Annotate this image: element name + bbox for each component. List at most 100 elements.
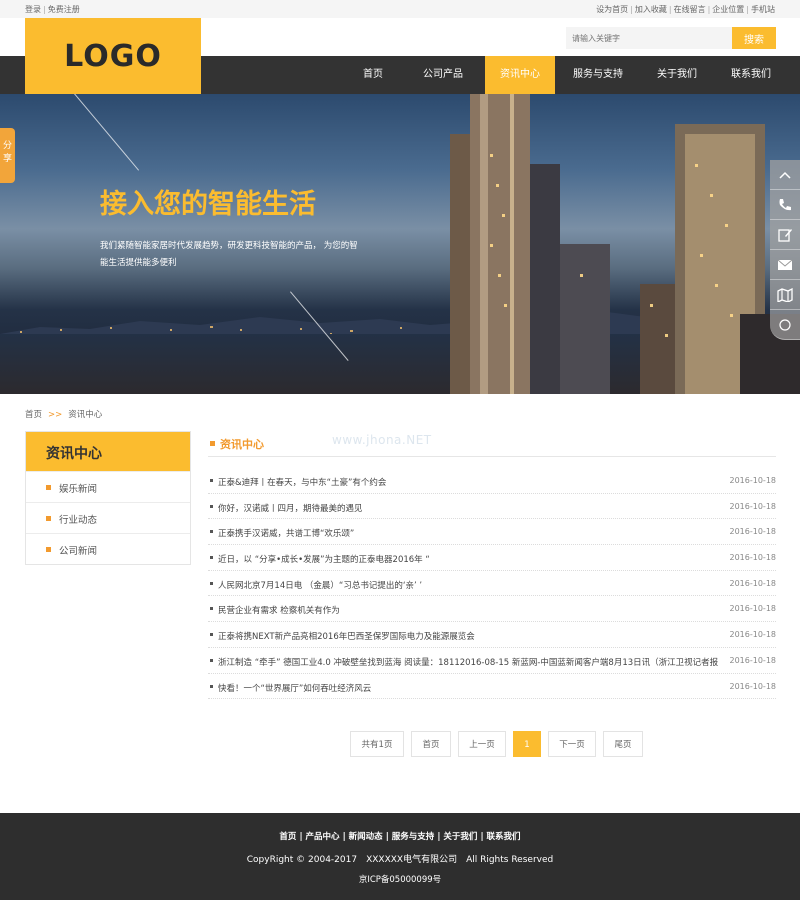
sidebar-item-company[interactable]: 公司新闻 bbox=[26, 533, 190, 564]
news-item[interactable]: 正泰将携NEXT新产品亮相2016年巴西圣保罗国际电力及能源展览会 2016-10… bbox=[208, 622, 776, 648]
bullet-icon bbox=[210, 684, 213, 688]
nav-item-service[interactable]: 服务与支持 bbox=[555, 56, 641, 94]
register-link[interactable]: 免费注册 bbox=[48, 5, 80, 14]
copyright: CopyRight © 2004-2017 XXXXXX电气有限公司 All R… bbox=[246, 855, 554, 865]
news-date: 2016-10-18 bbox=[729, 501, 777, 511]
category-sidebar: 资讯中心 娱乐新闻 行业动态 公司新闻 bbox=[25, 431, 191, 565]
divider: | bbox=[385, 832, 389, 842]
mail-icon[interactable] bbox=[770, 250, 800, 280]
message-link[interactable]: 在线留言 bbox=[674, 5, 706, 14]
bullet-icon bbox=[46, 516, 51, 521]
sidebar-item-industry[interactable]: 行业动态 bbox=[26, 502, 190, 533]
icp-license[interactable]: 京ICP备05000099号 bbox=[0, 873, 800, 885]
footer-link-contact[interactable]: 联系我们 bbox=[487, 832, 521, 842]
divider: | bbox=[746, 5, 749, 14]
divider: | bbox=[668, 5, 672, 14]
breadcrumb-current: 资讯中心 bbox=[68, 410, 103, 420]
section-header: 资讯中心 www.jhona.NET bbox=[208, 431, 776, 457]
share-tab[interactable]: 分享 bbox=[0, 128, 15, 183]
set-home-link[interactable]: 设为首页 bbox=[596, 5, 628, 14]
sidebar-item-label: 娱乐新闻 bbox=[59, 484, 98, 495]
nav-item-home[interactable]: 首页 bbox=[345, 56, 401, 94]
bullet-icon bbox=[210, 504, 213, 508]
sidebar-item-label: 行业动态 bbox=[59, 515, 98, 526]
news-date: 2016-10-18 bbox=[729, 604, 777, 614]
breadcrumb-arrow: >> bbox=[48, 410, 63, 420]
news-title[interactable]: 正泰&迪拜丨在春天，与中东“土豪”有个约会 bbox=[218, 476, 730, 488]
divider: | bbox=[299, 832, 303, 842]
news-title[interactable]: 近日，以 “分享•成长•发展”为主题的正泰电器2016年 “ bbox=[218, 553, 730, 565]
news-item[interactable]: 人民网北京7月14日电 （金晨）“习总书记提出的‘亲’ ’ 2016-10-18 bbox=[208, 571, 776, 597]
news-item[interactable]: 浙江制造 “牵手” 德国工业4.0 冲破壁垒找到蓝海 阅读量：18112016-… bbox=[208, 648, 776, 674]
back-to-top-icon[interactable] bbox=[770, 310, 800, 340]
bullet-icon bbox=[46, 485, 51, 490]
page-first-button[interactable]: 首页 bbox=[411, 731, 451, 757]
divider: | bbox=[342, 832, 346, 842]
pagination: 共有1页 首页 上一页 1 下一页 尾页 bbox=[350, 731, 650, 757]
news-title[interactable]: 民营企业有需求 检察机关有作为 bbox=[218, 604, 730, 616]
news-item[interactable]: 你好，汉诺威丨四月，期待最美的遇见 2016-10-18 bbox=[208, 494, 776, 520]
news-list: 正泰&迪拜丨在春天，与中东“土豪”有个约会 2016-10-18 你好，汉诺威丨四… bbox=[208, 468, 777, 700]
breadcrumb: 首页 >> 资讯中心 bbox=[25, 408, 102, 420]
bullet-icon bbox=[210, 530, 213, 534]
favorite-link[interactable]: 加入收藏 bbox=[635, 5, 667, 14]
logo-text: LOGO bbox=[64, 38, 162, 74]
news-title[interactable]: 正泰将携NEXT新产品亮相2016年巴西圣保罗国际电力及能源展览会 bbox=[218, 630, 730, 642]
section-title: 资讯中心 bbox=[220, 438, 264, 451]
edit-icon[interactable] bbox=[770, 220, 800, 250]
site-logo[interactable]: LOGO bbox=[25, 18, 201, 94]
phone-icon[interactable] bbox=[770, 190, 800, 220]
news-item[interactable]: 正泰携手汉诺威，共谱工博“欢乐颂” 2016-10-18 bbox=[208, 519, 777, 546]
footer-link-news[interactable]: 新闻动态 bbox=[349, 832, 383, 842]
nav-item-contact[interactable]: 联系我们 bbox=[713, 56, 789, 94]
divider: | bbox=[43, 5, 46, 14]
news-date: 2016-10-18 bbox=[729, 527, 777, 537]
news-item[interactable]: 民营企业有需求 检察机关有作为 2016-10-18 bbox=[208, 596, 777, 623]
divider: | bbox=[630, 5, 633, 14]
footer-link-service[interactable]: 服务与支持 bbox=[392, 832, 435, 842]
chevron-up-icon[interactable] bbox=[770, 160, 800, 190]
decor-line bbox=[74, 94, 140, 171]
nav-item-news[interactable]: 资讯中心 bbox=[485, 56, 555, 94]
footer-link-about[interactable]: 关于我们 bbox=[443, 832, 477, 842]
side-toolbar bbox=[770, 160, 800, 340]
news-title[interactable]: 正泰携手汉诺威，共谱工博“欢乐颂” bbox=[218, 527, 730, 539]
search-input[interactable] bbox=[566, 27, 732, 49]
footer-link-home[interactable]: 首页 bbox=[279, 832, 296, 842]
login-link[interactable]: 登录 bbox=[25, 5, 41, 14]
nav-item-products[interactable]: 公司产品 bbox=[401, 56, 485, 94]
square-bullet-icon bbox=[210, 441, 215, 446]
news-title[interactable]: 人民网北京7月14日电 （金晨）“习总书记提出的‘亲’ ’ bbox=[218, 579, 730, 591]
mobile-link[interactable]: 手机站 bbox=[751, 5, 775, 14]
hero-banner: 接入您的智能生活 我们紧随智能家居时代发展趋势，研发更科技智能的产品， 为您的智… bbox=[0, 94, 800, 394]
page-current[interactable]: 1 bbox=[513, 731, 541, 757]
news-title[interactable]: 你好，汉诺威丨四月，期待最美的遇见 bbox=[218, 502, 730, 514]
footer-link-products[interactable]: 产品中心 bbox=[306, 832, 340, 842]
bullet-icon bbox=[210, 581, 213, 585]
skyscrapers bbox=[450, 94, 800, 394]
news-item[interactable]: 快看！一个“世界展厅”如何吞吐经济风云 2016-10-18 bbox=[208, 674, 776, 700]
top-utility-bar: 登录 | 免费注册 设为首页 | 加入收藏 | 在线留言 | 企业位置 | 手机站 bbox=[0, 0, 800, 18]
news-title[interactable]: 快看！一个“世界展厅”如何吞吐经济风云 bbox=[218, 682, 730, 694]
search-button[interactable]: 搜索 bbox=[732, 27, 776, 49]
page-last-button[interactable]: 尾页 bbox=[603, 731, 643, 757]
breadcrumb-home[interactable]: 首页 bbox=[25, 410, 42, 420]
nav-item-about[interactable]: 关于我们 bbox=[641, 56, 713, 94]
page-prev-button[interactable]: 上一页 bbox=[458, 731, 506, 757]
sidebar-item-label: 公司新闻 bbox=[59, 546, 98, 557]
location-link[interactable]: 企业位置 bbox=[712, 5, 744, 14]
news-item[interactable]: 近日，以 “分享•成长•发展”为主题的正泰电器2016年 “2016-10-18 bbox=[208, 545, 776, 571]
watermark: www.jhona.NET bbox=[332, 433, 432, 447]
top-bar-right: 设为首页 | 加入收藏 | 在线留言 | 企业位置 | 手机站 bbox=[596, 4, 775, 15]
news-date: 2016-10-18 bbox=[729, 681, 777, 691]
bullet-icon bbox=[210, 479, 213, 482]
news-item[interactable]: 正泰&迪拜丨在春天，与中东“土豪”有个约会 2016-10-18 bbox=[208, 468, 776, 494]
bullet-icon bbox=[210, 633, 213, 637]
sidebar-header: 资讯中心 bbox=[26, 432, 190, 471]
map-icon[interactable] bbox=[770, 280, 800, 310]
bullet-icon bbox=[210, 658, 213, 662]
news-title[interactable]: 浙江制造 “牵手” 德国工业4.0 冲破壁垒找到蓝海 阅读量：18112016-… bbox=[218, 656, 730, 668]
banner-title: 接入您的智能生活 bbox=[100, 189, 316, 220]
page-next-button[interactable]: 下一页 bbox=[548, 731, 596, 757]
sidebar-item-entertainment[interactable]: 娱乐新闻 bbox=[26, 471, 190, 502]
